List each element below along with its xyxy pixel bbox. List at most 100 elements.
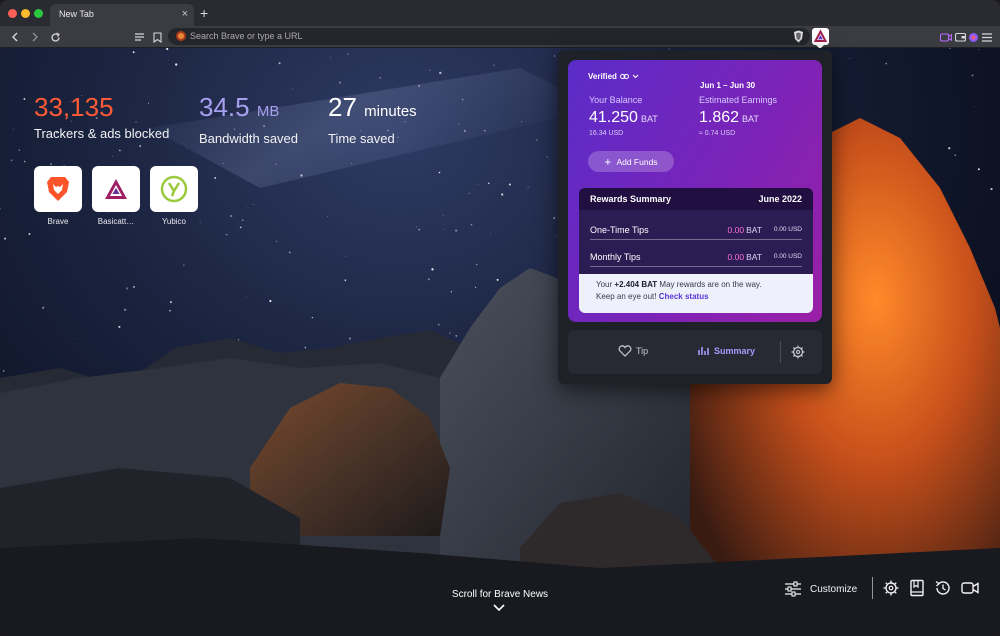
top-site-brave[interactable]: Brave — [34, 166, 82, 226]
time-unit: minutes — [364, 103, 417, 120]
history-icon[interactable] — [934, 579, 952, 597]
reload-icon[interactable] — [48, 30, 62, 44]
back-icon[interactable] — [8, 30, 22, 44]
bandwidth-value: 34.5 — [199, 92, 250, 122]
star — [475, 286, 477, 288]
star — [23, 160, 26, 163]
star — [416, 226, 418, 228]
close-window-button[interactable] — [8, 9, 17, 18]
notice-amount: +2.404 BAT — [614, 280, 658, 289]
row-bat-value: 0.00 — [727, 252, 745, 262]
star — [974, 106, 976, 108]
rewards-summary: Rewards Summary June 2022 One-Time Tips … — [579, 188, 813, 313]
star — [225, 233, 228, 236]
star — [438, 171, 441, 174]
star — [427, 278, 430, 281]
top-site-tile — [92, 166, 140, 212]
add-funds-button[interactable]: + Add Funds — [588, 151, 674, 172]
summary-row-one-time-tips: One-Time Tips 0.00 BAT 0.00 USD — [590, 218, 802, 240]
menu-icon[interactable] — [980, 30, 994, 44]
video-call-icon[interactable] — [939, 30, 953, 44]
star — [971, 74, 974, 77]
stat-label: Bandwidth saved — [199, 131, 299, 146]
star — [311, 316, 314, 319]
brave-rewards-button[interactable] — [812, 28, 829, 45]
bookmark-icon[interactable] — [150, 30, 164, 44]
star — [508, 183, 511, 186]
star — [455, 335, 458, 337]
reader-mode-icon[interactable] — [132, 30, 146, 44]
star — [169, 301, 172, 304]
star — [169, 309, 171, 312]
top-site-yubico[interactable]: Yubico — [150, 166, 198, 226]
tab-close-icon[interactable]: × — [182, 7, 188, 21]
star — [527, 186, 529, 188]
stat-label: Trackers & ads blocked — [34, 126, 170, 141]
rewards-footer: Tip Summary — [568, 330, 822, 374]
star — [214, 176, 217, 179]
star — [10, 159, 13, 162]
time-value: 27 — [328, 92, 357, 122]
star — [553, 217, 556, 220]
summary-title: Rewards Summary — [590, 194, 672, 204]
star — [126, 287, 129, 290]
brave-shields-icon[interactable] — [793, 30, 804, 43]
address-bar[interactable]: Search Brave or type a URL — [168, 28, 810, 45]
customize-button[interactable]: Customize — [784, 578, 857, 600]
tip-button[interactable]: Tip — [618, 345, 648, 357]
row-bat-amount: 0.00 BAT — [728, 225, 762, 235]
top-site-label: Yubico — [161, 217, 187, 226]
wallet-icon[interactable] — [953, 30, 967, 44]
stat-time-saved: 27 minutes Time saved — [328, 92, 417, 146]
summary-tab-label: Summary — [714, 345, 756, 356]
row-bat-unit: BAT — [746, 252, 762, 262]
bookmarks-icon[interactable] — [908, 579, 926, 597]
link-icon — [619, 74, 629, 79]
verified-badge[interactable]: Verified — [588, 72, 639, 81]
tab-new-tab[interactable]: New Tab × — [50, 4, 194, 26]
star — [175, 63, 178, 66]
star — [183, 264, 185, 266]
settings-gear-icon[interactable] — [790, 344, 806, 360]
settings-gear-icon[interactable] — [882, 579, 900, 597]
star — [278, 62, 281, 65]
star — [0, 208, 1, 210]
star — [990, 187, 993, 191]
chevron-down-icon[interactable] — [493, 604, 505, 612]
check-status-link[interactable]: Check status — [659, 292, 709, 301]
star — [468, 192, 470, 195]
forward-icon[interactable] — [28, 30, 42, 44]
star — [119, 149, 121, 152]
star — [501, 193, 504, 196]
star — [949, 48, 951, 50]
row-usd: 0.00 USD — [773, 253, 802, 260]
chevron-down-icon — [632, 74, 639, 79]
star — [849, 57, 851, 59]
scroll-for-news-link[interactable]: Scroll for Brave News — [442, 589, 558, 600]
star — [289, 251, 291, 254]
star — [12, 128, 14, 130]
new-tab-button[interactable]: + — [200, 6, 208, 20]
star — [118, 325, 121, 328]
star — [948, 147, 951, 150]
top-site-basicattention[interactable]: Basicatt… — [92, 166, 140, 226]
bat-triangle-icon — [105, 179, 127, 199]
zoom-window-button[interactable] — [34, 9, 43, 18]
verified-label: Verified — [588, 72, 617, 81]
minimize-window-button[interactable] — [21, 9, 30, 18]
star — [431, 268, 434, 271]
top-site-tile — [34, 166, 82, 212]
star — [237, 339, 240, 341]
sliders-icon — [785, 581, 801, 597]
star — [253, 204, 254, 205]
top-site-label: Brave — [47, 217, 69, 226]
star — [168, 59, 170, 61]
star — [247, 207, 249, 208]
video-call-icon[interactable] — [961, 579, 979, 597]
vpn-icon[interactable] — [966, 30, 980, 44]
tip-label: Tip — [636, 346, 649, 356]
star — [4, 237, 7, 240]
balance-amount: 41.250 — [589, 109, 638, 126]
summary-tab-button[interactable]: Summary — [698, 345, 755, 356]
star — [112, 155, 114, 157]
